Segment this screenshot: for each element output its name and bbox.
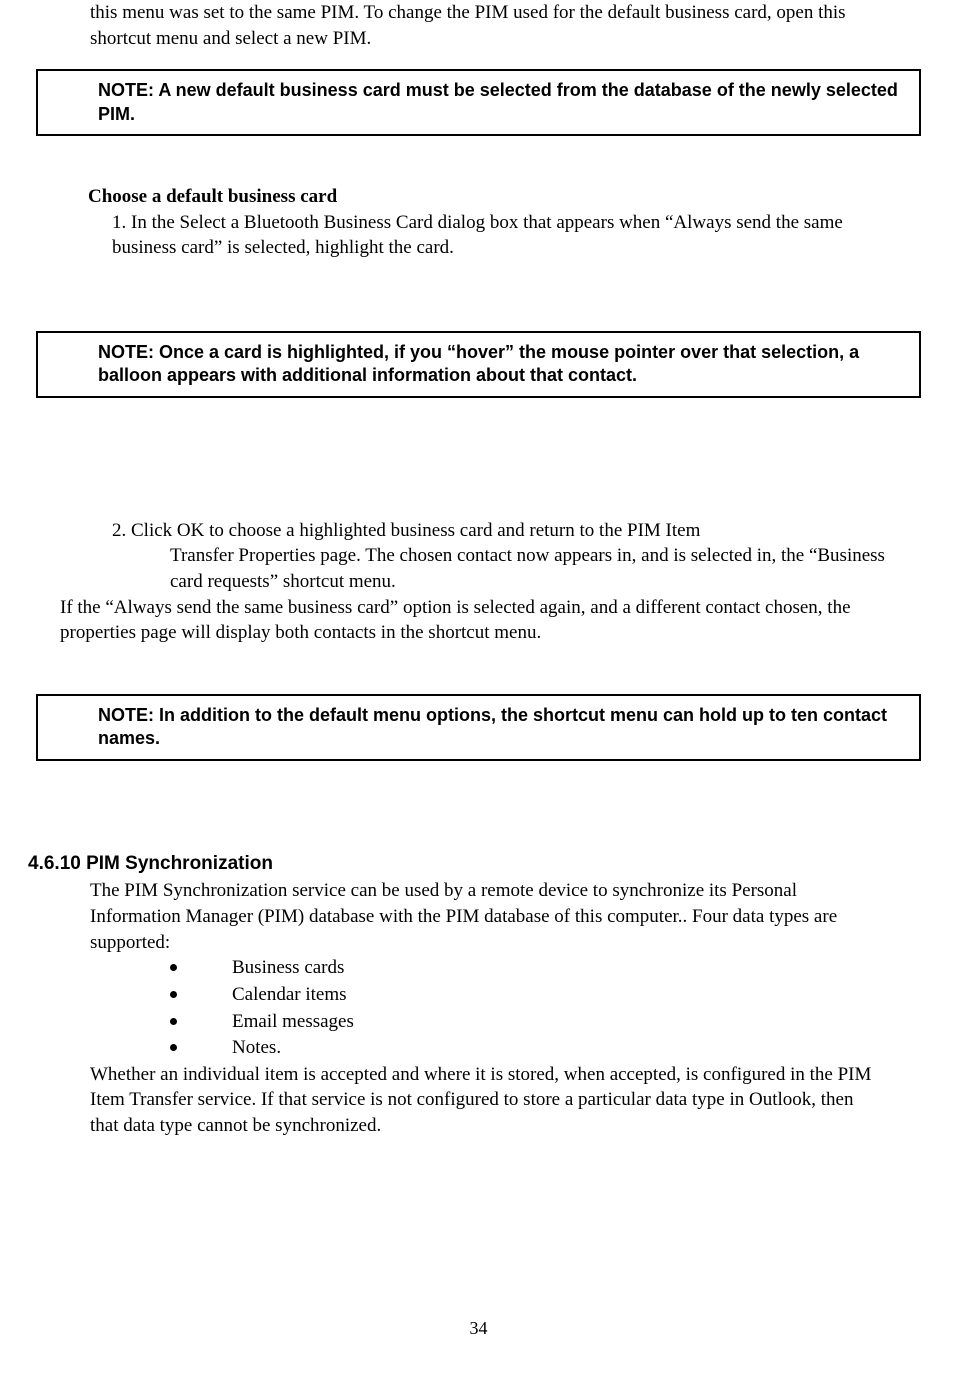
list-item: Business cards [170,955,877,982]
page-number: 34 [0,1316,957,1340]
note-text: NOTE: A new default business card must b… [98,80,898,123]
note-box-3: NOTE: In addition to the default menu op… [36,694,921,761]
after-steps-paragraph: If the “Always send the same business ca… [60,595,867,646]
note-box-2: NOTE: Once a card is highlighted, if you… [36,331,921,398]
step-2-line1: 2. Click OK to choose a highlighted busi… [112,518,867,544]
list-item: Email messages [170,1009,877,1036]
step-2-line2: Transfer Properties page. The chosen con… [170,543,897,594]
note-text: NOTE: Once a card is highlighted, if you… [98,342,859,385]
choose-heading: Choose a default business card [88,184,937,210]
data-types-list: Business cards Calendar items Email mess… [170,955,877,1061]
list-item: Notes. [170,1035,877,1062]
list-item: Calendar items [170,982,877,1009]
note-box-1: NOTE: A new default business card must b… [36,69,921,136]
note-text: NOTE: In addition to the default menu op… [98,705,887,748]
pim-body-2: Whether an individual item is accepted a… [90,1062,877,1139]
intro-paragraph: this menu was set to the same PIM. To ch… [90,0,867,51]
pim-body-1: The PIM Synchronization service can be u… [90,878,877,955]
pim-sync-heading: 4.6.10 PIM Synchronization [28,851,937,877]
step-1: 1. In the Select a Bluetooth Business Ca… [112,210,867,261]
